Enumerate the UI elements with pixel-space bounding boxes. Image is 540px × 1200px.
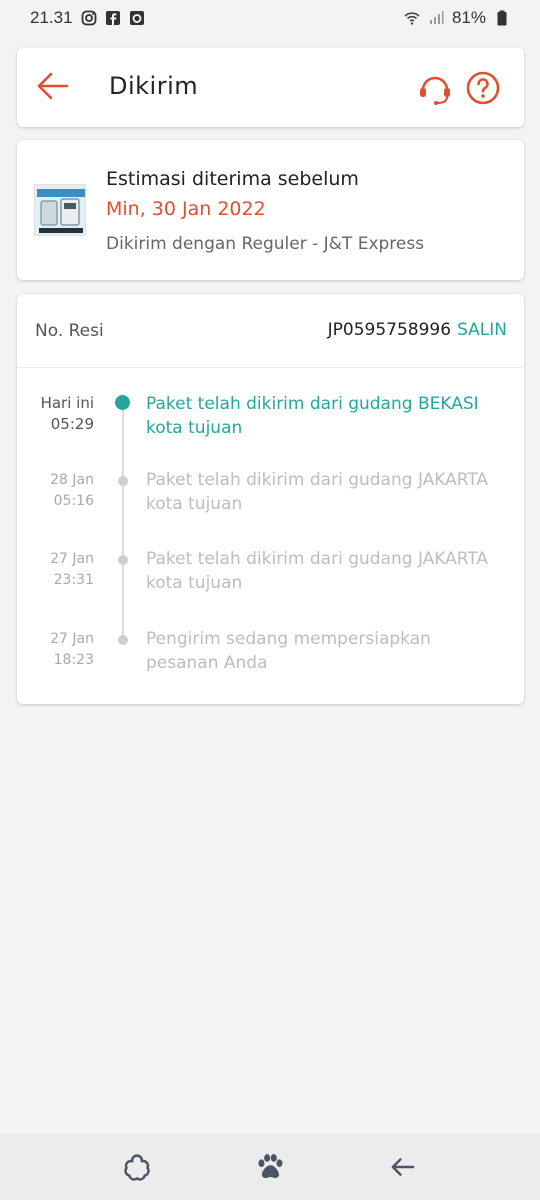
product-thumbnail[interactable] <box>34 184 86 236</box>
status-right: 81% <box>404 8 510 28</box>
timeline-dot <box>118 635 128 645</box>
courier-info: Dikirim dengan Reguler - J&T Express <box>106 234 425 254</box>
status-bar: 21.31 81% <box>0 0 540 36</box>
timeline-event: 28 Jan 05:16 Paket telah dikirim dari gu… <box>17 470 524 550</box>
home-button[interactable] <box>250 1147 290 1187</box>
clock: 21.31 <box>30 8 73 27</box>
back-arrow-icon <box>391 1157 415 1176</box>
timeline-event: 27 Jan 18:23 Pengirim sedang mempersiapk… <box>17 629 524 709</box>
tracking-number-label: No. Resi <box>35 321 104 341</box>
timeline-event: Hari ini 05:29 Paket telah dikirim dari … <box>17 392 524 470</box>
help-button[interactable] <box>463 68 503 108</box>
event-time: 05:16 <box>53 493 94 509</box>
timeline-dot <box>118 555 128 565</box>
event-time: 18:23 <box>53 652 94 668</box>
event-date: 27 Jan 23:31 <box>34 549 94 591</box>
timeline-event: 27 Jan 23:31 Paket telah dikirim dari gu… <box>17 549 524 629</box>
tracking-number-row: No. Resi JP0595758996 SALIN <box>17 294 524 368</box>
battery-icon <box>494 10 510 26</box>
event-description: Paket telah dikirim dari gudang JAKARTA … <box>146 470 489 514</box>
event-date: Hari ini 05:29 <box>34 393 94 435</box>
tracking-number: JP0595758996 <box>327 320 452 340</box>
estimate-title: Estimasi diterima sebelum <box>106 168 359 190</box>
copy-button[interactable]: SALIN <box>457 320 507 340</box>
camera-app-icon <box>129 10 145 26</box>
headset-icon <box>420 76 450 105</box>
system-nav-bar <box>0 1133 540 1200</box>
event-day: Hari ini <box>40 394 94 412</box>
event-date: 27 Jan 18:23 <box>34 629 94 671</box>
tracking-number-group: JP0595758996 SALIN <box>328 320 507 340</box>
event-description: Paket telah dikirim dari gudang BEKASI k… <box>146 394 479 438</box>
header-bar: Dikirim <box>17 48 524 127</box>
wifi-icon <box>404 10 420 26</box>
battery-percent: 81% <box>451 8 486 27</box>
tracking-timeline: Hari ini 05:29 Paket telah dikirim dari … <box>17 368 524 704</box>
event-day: 28 Jan <box>50 472 94 488</box>
back-nav-button[interactable] <box>383 1147 423 1187</box>
arrow-left-icon <box>37 72 69 100</box>
instagram-icon <box>81 10 97 26</box>
flower-icon <box>123 1153 150 1181</box>
event-time: 23:31 <box>53 572 94 588</box>
event-date: 28 Jan 05:16 <box>34 470 94 512</box>
timeline-dot-current <box>115 395 130 410</box>
question-circle-icon <box>466 71 500 105</box>
event-day: 27 Jan <box>50 551 94 567</box>
paw-icon <box>258 1153 283 1178</box>
delivery-estimate-card: Estimasi diterima sebelum Min, 30 Jan 20… <box>17 140 524 280</box>
event-day: 27 Jan <box>50 631 94 647</box>
event-description: Paket telah dikirim dari gudang JAKARTA … <box>146 549 489 593</box>
event-description: Pengirim sedang mempersiapkan pesanan An… <box>146 629 431 673</box>
estimate-date: Min, 30 Jan 2022 <box>106 198 266 220</box>
page-title: Dikirim <box>109 72 199 100</box>
back-button[interactable] <box>35 68 71 104</box>
customer-support-button[interactable] <box>415 68 455 108</box>
signal-icon <box>428 10 444 26</box>
status-left: 21.31 <box>30 8 145 28</box>
event-time: 05:29 <box>50 415 94 433</box>
facebook-icon <box>105 10 121 26</box>
timeline-dot <box>118 476 128 486</box>
recent-apps-button[interactable] <box>117 1147 157 1187</box>
tracking-card: No. Resi JP0595758996 SALIN Hari ini 05:… <box>17 294 524 704</box>
